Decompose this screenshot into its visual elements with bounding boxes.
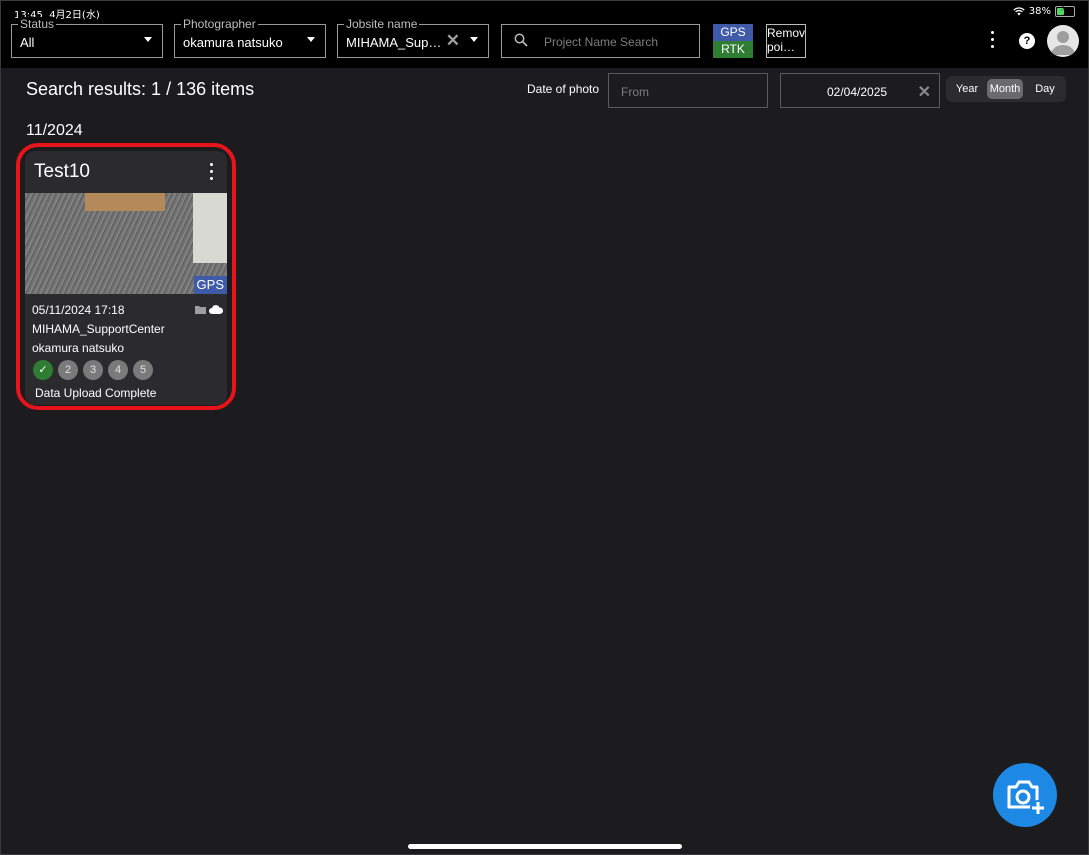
date-from-input[interactable]: From xyxy=(608,73,768,108)
date-to-input[interactable]: 02/04/2025 ✕ xyxy=(780,73,940,108)
date-granularity-segmented: Year Month Day xyxy=(946,76,1066,102)
photographer-filter-label: Photographer xyxy=(181,17,258,31)
status-filter-select[interactable]: Status All xyxy=(11,17,163,58)
jobsite-filter-label: Jobsite name xyxy=(344,17,420,31)
chevron-down-icon xyxy=(470,37,478,42)
project-search-input[interactable]: Project Name Search xyxy=(501,24,700,58)
avatar[interactable] xyxy=(1047,25,1079,57)
jobsite-filter-value: MIHAMA_Sup… xyxy=(346,35,442,50)
more-menu-icon[interactable] xyxy=(983,28,1001,56)
status-filter-value: All xyxy=(20,35,35,50)
segment-month[interactable]: Month xyxy=(987,79,1023,99)
gps-label: GPS xyxy=(713,24,753,41)
segment-day[interactable]: Day xyxy=(1026,79,1064,99)
help-icon[interactable]: ? xyxy=(1019,33,1035,49)
wifi-icon xyxy=(1013,7,1025,16)
clear-icon[interactable]: ✕ xyxy=(446,31,460,51)
top-bar: 13:45 4月2日(水) 38% ⚡ Status All Photograp… xyxy=(0,0,1089,68)
gps-rtk-toggle[interactable]: GPS RTK xyxy=(713,24,753,58)
window-border xyxy=(0,0,1089,855)
chevron-down-icon xyxy=(307,37,315,42)
camera-plus-icon xyxy=(1007,780,1046,816)
date-of-photo-label: Date of photo xyxy=(527,82,600,96)
chevron-down-icon xyxy=(144,37,152,42)
status-filter-label: Status xyxy=(18,17,57,31)
search-icon xyxy=(514,33,528,47)
battery-icon: ⚡ xyxy=(1055,4,1075,17)
home-indicator[interactable] xyxy=(408,844,682,849)
clear-date-icon[interactable]: ✕ xyxy=(918,82,931,102)
photographer-filter-select[interactable]: Photographer okamura natsuko xyxy=(174,17,326,58)
photographer-filter-value: okamura natsuko xyxy=(183,35,283,50)
rtk-label: RTK xyxy=(713,41,753,58)
search-results-summary: Search results: 1 / 136 items xyxy=(26,79,255,99)
group-date-header: 11/2024 xyxy=(26,122,83,139)
battery-percent: 38% xyxy=(1028,6,1051,17)
user-icon xyxy=(1051,31,1075,55)
date-from-placeholder: From xyxy=(621,85,649,99)
remove-points-button[interactable]: Remove poi… xyxy=(766,24,806,58)
add-photo-button[interactable] xyxy=(993,763,1057,827)
search-placeholder: Project Name Search xyxy=(544,35,659,49)
jobsite-filter-select[interactable]: Jobsite name MIHAMA_Sup… ✕ xyxy=(337,17,489,58)
segment-year[interactable]: Year xyxy=(948,79,986,99)
date-to-value: 02/04/2025 xyxy=(827,85,888,99)
card-highlight-outline xyxy=(16,143,236,410)
status-date: 4月2日(水) xyxy=(49,10,100,21)
status-indicators: 38% ⚡ xyxy=(1013,4,1075,17)
